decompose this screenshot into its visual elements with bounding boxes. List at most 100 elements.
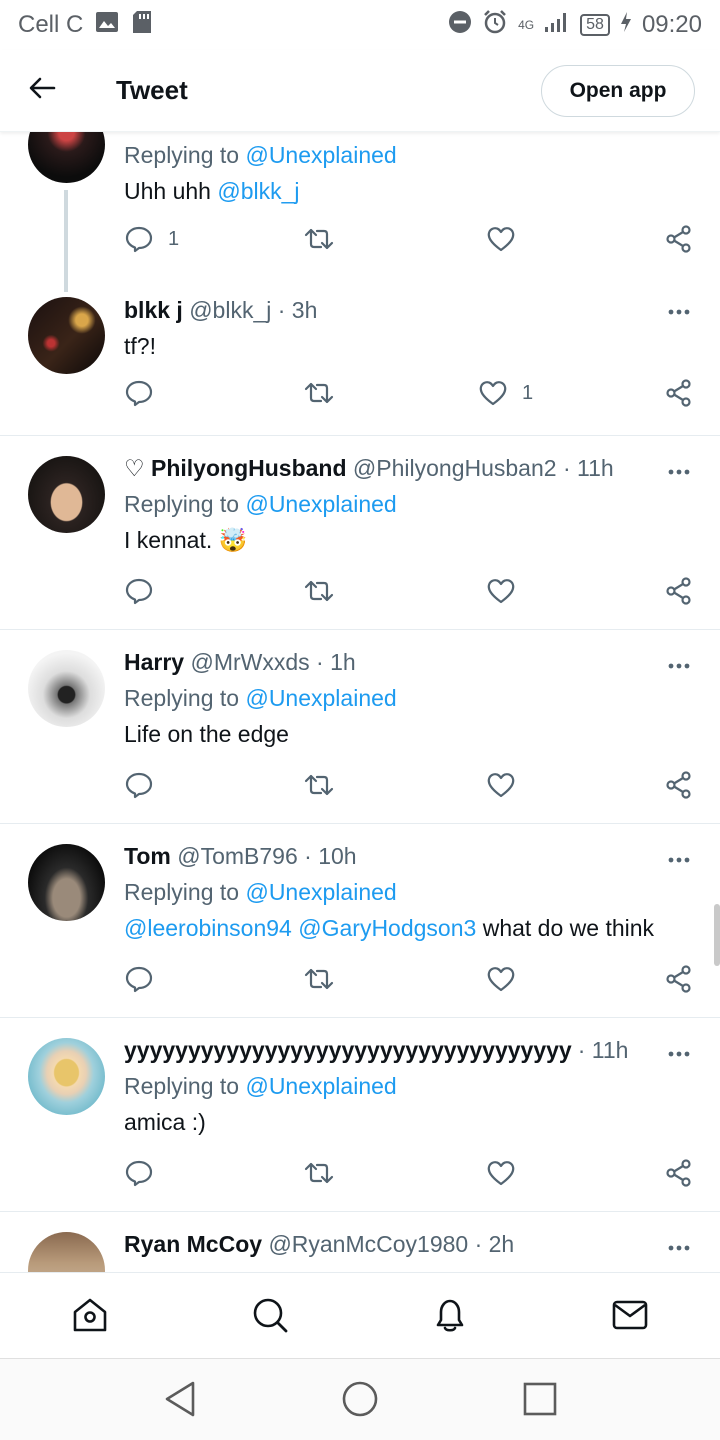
like-button[interactable] [486,1158,516,1188]
speech-bubble-icon [125,1160,153,1187]
reply-button[interactable] [124,964,154,994]
more-dots-icon [668,857,690,863]
tweet-actions [124,770,694,810]
replying-to-prefix: Replying to [124,142,240,168]
replying-to-handle[interactable]: @Unexplained [245,879,396,905]
reply-button[interactable] [124,1158,154,1188]
avatar[interactable] [28,297,105,374]
like-button[interactable] [486,224,516,254]
tweet[interactable]: blkk j @blkk_j · 3h tf?! 1 [0,282,720,436]
replying-to-handle[interactable]: @Unexplained [245,685,396,711]
more-options-button[interactable] [666,850,692,870]
more-options-button[interactable] [666,462,692,482]
open-app-button[interactable]: Open app [541,65,695,117]
tweet[interactable]: Tom @TomB796 · 10h Replying to @Unexplai… [0,824,720,1018]
avatar[interactable] [28,1232,105,1272]
share-button[interactable] [664,576,694,606]
replying-to-handle[interactable]: @Unexplained [245,142,396,168]
like-button[interactable] [486,964,516,994]
like-button[interactable] [486,770,516,800]
reply-button[interactable]: 1 [124,224,179,254]
mention-link[interactable]: @blkk_j [217,178,299,204]
tweet-text: tf?! [124,333,156,359]
retweet-button[interactable] [304,576,334,606]
display-name[interactable]: blkk j [124,297,183,323]
tweet[interactable]: Ryan McCoy @RyanMcCoy1980 · 2h [0,1212,720,1272]
more-dots-icon [668,469,690,475]
reply-button[interactable] [124,576,154,606]
arrow-left-icon [28,76,56,105]
handle-and-time: · 11h [577,1037,629,1063]
like-button[interactable] [486,576,516,606]
reply-button[interactable] [124,770,154,800]
replying-to-handle[interactable]: @Unexplained [245,1073,396,1099]
system-recents-button[interactable] [520,1379,560,1419]
reply-button[interactable] [124,378,154,408]
tweet-text: Life on the edge [124,721,289,747]
avatar[interactable] [28,650,105,727]
nav-messages[interactable] [610,1295,650,1335]
retweet-button[interactable] [304,1158,334,1188]
speech-bubble-icon [125,226,153,253]
heart-icon [479,381,507,406]
display-name[interactable]: ♡ PhilyongHusband [124,455,347,481]
system-back-button[interactable] [160,1379,200,1419]
envelope-icon [612,1300,648,1330]
more-options-button[interactable] [666,302,692,322]
tweet[interactable]: ♡ PhilyongHusband @PhilyongHusban2 · 11h… [0,436,720,630]
share-button[interactable] [664,770,694,800]
carrier-label: Cell C [18,11,84,38]
mention-link[interactable]: @GaryHodgson3 [298,915,476,941]
share-button[interactable] [664,378,694,408]
heart-icon [487,579,515,604]
tweet-actions [124,964,694,1004]
share-button[interactable] [664,1158,694,1188]
share-button[interactable] [664,224,694,254]
replying-to-prefix: Replying to [124,879,240,905]
display-name[interactable]: yyyyyyyyyyyyyyyyyyyyyyyyyyyyyyyyyyy [124,1032,572,1068]
scrollbar[interactable] [714,904,720,966]
retweet-button[interactable] [304,378,334,408]
bell-icon [436,1299,464,1332]
more-options-button[interactable] [666,656,692,676]
search-icon [253,1298,288,1333]
system-home-button[interactable] [340,1379,380,1419]
nav-notifications[interactable] [430,1295,470,1335]
display-name[interactable]: Ryan McCoy [124,1231,262,1257]
more-options-button[interactable] [666,1238,692,1258]
avatar[interactable] [28,456,105,533]
tweet-text: Uhh uhh [124,178,211,204]
mention-link[interactable]: @leerobinson94 [124,915,292,941]
tweet[interactable]: Replying to @Unexplained Uhh uhh @blkk_j… [0,132,720,292]
heart-icon [487,227,515,252]
display-name[interactable]: Tom [124,843,171,869]
tweet[interactable]: yyyyyyyyyyyyyyyyyyyyyyyyyyyyyyyyyyy · 11h… [0,1018,720,1212]
home-icon [73,1298,107,1332]
more-options-button[interactable] [666,1044,692,1064]
replying-to-prefix: Replying to [124,1073,240,1099]
retweet-button[interactable] [304,770,334,800]
share-button[interactable] [664,964,694,994]
avatar[interactable] [28,844,105,921]
reply-feed[interactable]: Replying to @Unexplained Uhh uhh @blkk_j… [0,132,720,1272]
retweet-button[interactable] [304,964,334,994]
tweet-actions [124,576,694,616]
handle-and-time: @MrWxxds · 1h [190,649,356,675]
tweet-actions: 1 [124,378,694,418]
replying-to-handle[interactable]: @Unexplained [245,491,396,517]
retweet-icon [304,382,334,404]
like-button[interactable]: 1 [478,378,533,408]
avatar[interactable] [28,132,105,183]
avatar[interactable] [28,1038,105,1115]
handle-and-time: @blkk_j · 3h [189,297,318,323]
heart-icon [487,773,515,798]
retweet-icon [304,1162,334,1184]
nav-search[interactable] [250,1295,290,1335]
back-button[interactable] [0,50,84,132]
nav-home[interactable] [70,1295,110,1335]
circle-home-icon [342,1381,378,1417]
display-name[interactable]: Harry [124,649,184,675]
gallery-icon [95,11,119,40]
tweet[interactable]: Harry @MrWxxds · 1h Replying to @Unexpla… [0,630,720,824]
retweet-button[interactable] [304,224,334,254]
